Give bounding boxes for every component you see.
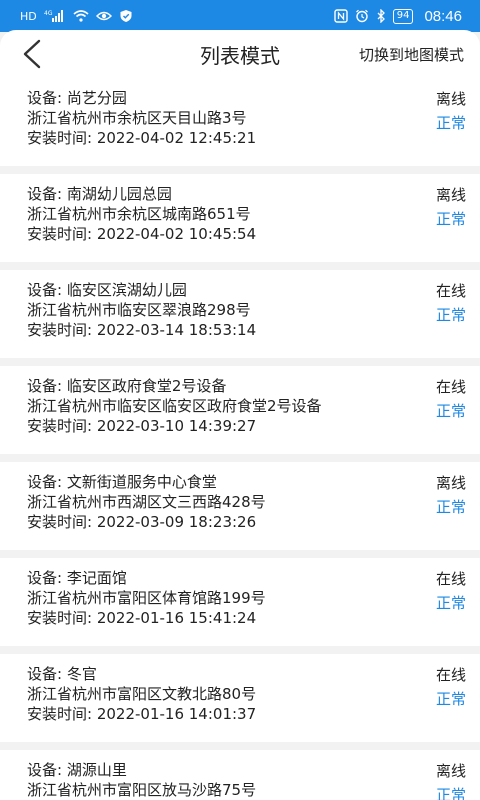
device-address: 浙江省杭州市临安区翠浪路298号 bbox=[27, 301, 251, 319]
device-address: 浙江省杭州市余杭区城南路651号 bbox=[27, 205, 251, 223]
back-button[interactable] bbox=[8, 30, 56, 78]
device-card[interactable]: 设备: 湖源山里 浙江省杭州市富阳区放马沙路75号 离线 正常 bbox=[0, 750, 480, 800]
clock: 08:46 bbox=[424, 7, 462, 25]
online-status: 离线 bbox=[435, 474, 466, 492]
device-name: 设备: 南湖幼儿园总园 bbox=[27, 185, 172, 203]
device-card[interactable]: 设备: 冬官 浙江省杭州市富阳区文教北路80号 安装时间: 2022-01-16… bbox=[0, 654, 480, 742]
network-type-label: 4G bbox=[44, 10, 53, 17]
device-name: 设备: 临安区政府食堂2号设备 bbox=[27, 377, 227, 395]
device-name: 设备: 冬官 bbox=[27, 665, 97, 683]
nfc-icon bbox=[334, 9, 348, 23]
device-install-time: 安装时间: 2022-04-02 10:45:54 bbox=[27, 225, 257, 243]
device-list: 设备: 尚艺分园 浙江省杭州市余杭区天目山路3号 安装时间: 2022-04-0… bbox=[0, 78, 480, 800]
health-status: 正常 bbox=[435, 594, 466, 612]
device-install-time: 安装时间: 2022-03-14 18:53:14 bbox=[27, 321, 257, 339]
device-address: 浙江省杭州市富阳区放马沙路75号 bbox=[27, 781, 257, 799]
device-install-time: 安装时间: 2022-03-09 18:23:26 bbox=[27, 513, 257, 531]
status-right: 94 08:46 bbox=[334, 8, 462, 25]
hd-icon: HD bbox=[20, 9, 37, 23]
bluetooth-icon bbox=[376, 9, 386, 23]
back-arrow-icon bbox=[23, 39, 41, 69]
device-card[interactable]: 设备: 尚艺分园 浙江省杭州市余杭区天目山路3号 安装时间: 2022-04-0… bbox=[0, 78, 480, 166]
switch-to-map-button[interactable]: 切换到地图模式 bbox=[359, 44, 464, 65]
battery-icon: 94 bbox=[392, 8, 414, 24]
status-left: HD 4G bbox=[20, 9, 133, 23]
device-address: 浙江省杭州市临安区临安区政府食堂2号设备 bbox=[27, 397, 322, 415]
online-status: 在线 bbox=[435, 666, 466, 684]
shield-icon bbox=[119, 9, 133, 23]
health-status: 正常 bbox=[435, 498, 466, 516]
health-status: 正常 bbox=[435, 786, 466, 800]
online-status: 在线 bbox=[435, 378, 466, 396]
device-address: 浙江省杭州市富阳区体育馆路199号 bbox=[27, 589, 266, 607]
device-name: 设备: 文新街道服务中心食堂 bbox=[27, 473, 217, 491]
wifi-icon bbox=[73, 10, 89, 22]
device-name: 设备: 临安区滨湖幼儿园 bbox=[27, 281, 187, 299]
device-name: 设备: 湖源山里 bbox=[27, 761, 127, 779]
online-status: 离线 bbox=[435, 90, 466, 108]
health-status: 正常 bbox=[435, 690, 466, 708]
status-bar: HD 4G 94 08:46 bbox=[0, 0, 480, 32]
device-address: 浙江省杭州市余杭区天目山路3号 bbox=[27, 109, 247, 127]
device-card[interactable]: 设备: 南湖幼儿园总园 浙江省杭州市余杭区城南路651号 安装时间: 2022-… bbox=[0, 174, 480, 262]
device-card[interactable]: 设备: 临安区政府食堂2号设备 浙江省杭州市临安区临安区政府食堂2号设备 安装时… bbox=[0, 366, 480, 454]
online-status: 离线 bbox=[435, 186, 466, 204]
device-address: 浙江省杭州市富阳区文教北路80号 bbox=[27, 685, 257, 703]
device-install-time: 安装时间: 2022-01-16 15:41:24 bbox=[27, 609, 257, 627]
eye-icon bbox=[95, 10, 112, 22]
device-install-time: 安装时间: 2022-01-16 14:01:37 bbox=[27, 705, 257, 723]
online-status: 在线 bbox=[435, 570, 466, 588]
device-install-time: 安装时间: 2022-03-10 14:39:27 bbox=[27, 417, 257, 435]
device-name: 设备: 李记面馆 bbox=[27, 569, 127, 587]
health-status: 正常 bbox=[435, 306, 466, 324]
online-status: 离线 bbox=[435, 762, 466, 780]
device-card[interactable]: 设备: 临安区滨湖幼儿园 浙江省杭州市临安区翠浪路298号 安装时间: 2022… bbox=[0, 270, 480, 358]
device-install-time: 安装时间: 2022-04-02 12:45:21 bbox=[27, 129, 257, 147]
health-status: 正常 bbox=[435, 210, 466, 228]
cellular-signal-icon: 4G bbox=[44, 9, 66, 23]
device-address: 浙江省杭州市西湖区文三西路428号 bbox=[27, 493, 266, 511]
header: 列表模式 切换到地图模式 bbox=[0, 30, 480, 78]
device-name: 设备: 尚艺分园 bbox=[27, 89, 127, 107]
device-card[interactable]: 设备: 李记面馆 浙江省杭州市富阳区体育馆路199号 安装时间: 2022-01… bbox=[0, 558, 480, 646]
device-card[interactable]: 设备: 文新街道服务中心食堂 浙江省杭州市西湖区文三西路428号 安装时间: 2… bbox=[0, 462, 480, 550]
health-status: 正常 bbox=[435, 114, 466, 132]
alarm-icon bbox=[355, 9, 369, 23]
health-status: 正常 bbox=[435, 402, 466, 420]
online-status: 在线 bbox=[435, 282, 466, 300]
